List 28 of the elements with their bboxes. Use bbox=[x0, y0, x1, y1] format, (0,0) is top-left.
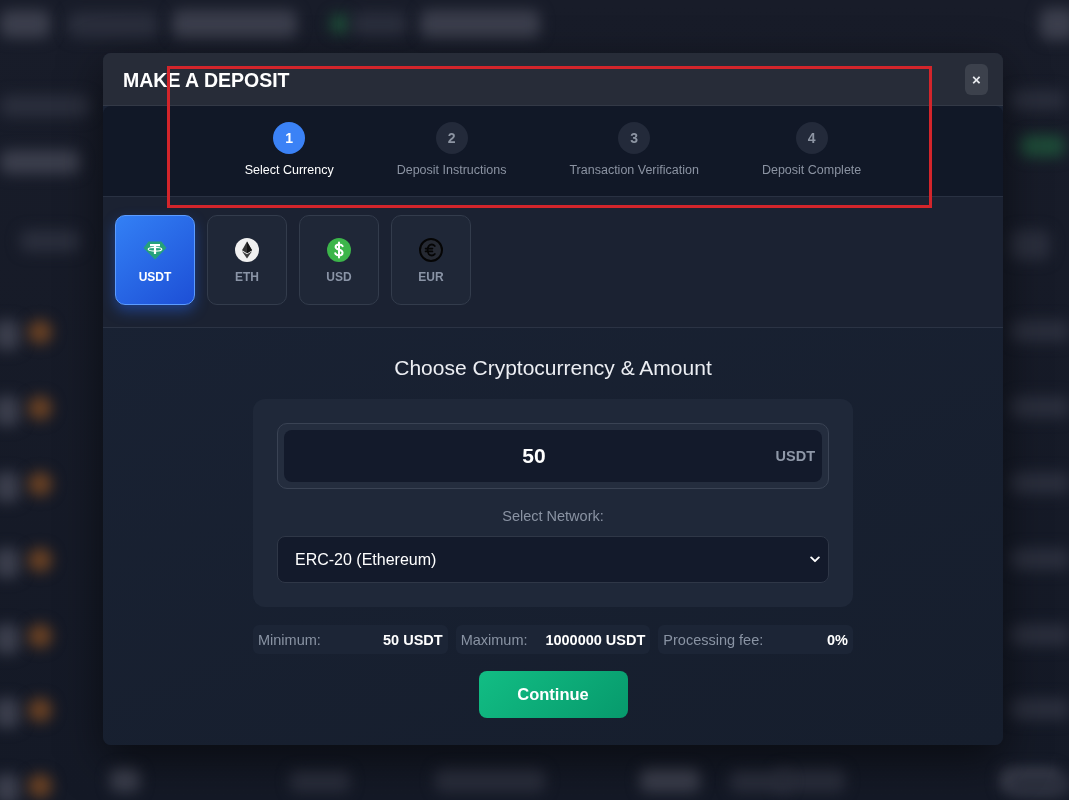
limit-value: 1000000 USDT bbox=[545, 631, 646, 648]
step-label: Select Currency bbox=[244, 163, 334, 178]
diamond-coin-icon bbox=[235, 238, 259, 262]
network-label: Select Network: bbox=[502, 508, 604, 525]
limit-label: Minimum: bbox=[258, 631, 321, 648]
chevron-down-icon bbox=[810, 556, 820, 563]
step-label: Transaction Verification bbox=[569, 163, 699, 178]
step-number: 2 bbox=[435, 122, 468, 154]
network-select[interactable]: ERC-20 (Ethereum) bbox=[277, 536, 829, 583]
step-number: 4 bbox=[795, 122, 828, 154]
currency-tab[interactable]: ETH bbox=[207, 215, 287, 305]
section-heading: Choose Cryptocurrency & Amount bbox=[394, 355, 712, 381]
currency-tab[interactable]: USDT bbox=[115, 215, 195, 305]
close-button[interactable]: × bbox=[965, 63, 988, 95]
step-number: 3 bbox=[618, 122, 651, 154]
limit-label: Maximum: bbox=[460, 631, 528, 648]
step-label: Deposit Complete bbox=[761, 163, 862, 178]
currency-unit-label: USDT bbox=[775, 447, 815, 465]
dollar-icon bbox=[327, 238, 351, 262]
step-label: Deposit Instructions bbox=[396, 163, 507, 178]
limit-value: 50 USDT bbox=[383, 631, 443, 648]
currency-tab[interactable]: USD bbox=[299, 215, 379, 305]
step-number: 1 bbox=[273, 122, 306, 154]
continue-button[interactable]: Continue bbox=[478, 671, 628, 718]
currency-tab[interactable]: EUR bbox=[391, 215, 471, 305]
euro-icon bbox=[419, 238, 443, 262]
limit-label: Processing fee: bbox=[663, 631, 764, 648]
limit-value: 0% bbox=[827, 631, 848, 648]
